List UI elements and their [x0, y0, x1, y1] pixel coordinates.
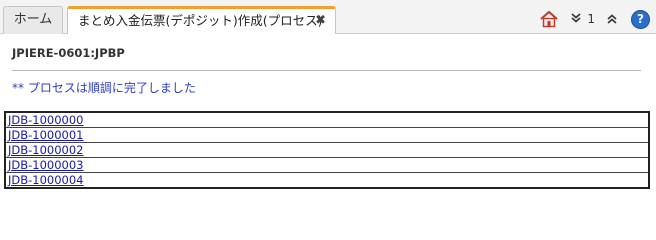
divider [12, 70, 641, 71]
collapse-button[interactable]: 1 [571, 12, 595, 26]
collapse-count: 1 [587, 12, 595, 26]
close-icon[interactable]: ✖ [315, 9, 326, 33]
status-message: ** プロセスは順調に完了しました [12, 81, 196, 95]
window-toolbar: 1 ? [527, 8, 650, 30]
tab-bar: ホーム まとめ入金伝票(デポジット)作成(プロセス) ✖ 1 ? [0, 0, 656, 34]
help-icon: ? [631, 9, 650, 29]
document-link[interactable]: JDB-1000001 [8, 128, 84, 142]
table-cell: JDB-1000004 [4, 172, 650, 189]
document-link[interactable]: JDB-1000004 [8, 173, 84, 187]
table-row: JDB-1000000 [4, 111, 650, 128]
tab-process-label: まとめ入金伝票(デポジット)作成(プロセス) [78, 13, 323, 28]
table-cell: JDB-1000001 [4, 127, 650, 143]
table-cell: JDB-1000002 [4, 142, 650, 158]
document-link[interactable]: JDB-1000003 [8, 158, 84, 172]
table-row: JDB-1000004 [4, 172, 650, 189]
home-icon[interactable] [539, 10, 559, 28]
table-row: JDB-1000003 [4, 157, 650, 173]
help-button[interactable]: ? [631, 9, 650, 29]
table-row: JDB-1000002 [4, 142, 650, 158]
document-link[interactable]: JDB-1000002 [8, 143, 84, 157]
tab-home-label: ホーム [13, 12, 53, 27]
table-row: JDB-1000001 [4, 127, 650, 143]
document-link[interactable]: JDB-1000000 [8, 113, 84, 127]
table-cell: JDB-1000003 [4, 157, 650, 173]
double-chevron-down-icon [571, 12, 581, 26]
tab-process[interactable]: まとめ入金伝票(デポジット)作成(プロセス) ✖ [67, 6, 336, 34]
double-chevron-up-icon[interactable] [607, 14, 617, 24]
table-cell: JDB-1000000 [4, 111, 650, 128]
process-title: JPIERE-0601:JPBP [12, 46, 125, 60]
document-table: JDB-1000000 JDB-1000001 JDB-1000002 JDB-… [4, 111, 650, 189]
tab-home[interactable]: ホーム [3, 6, 63, 34]
